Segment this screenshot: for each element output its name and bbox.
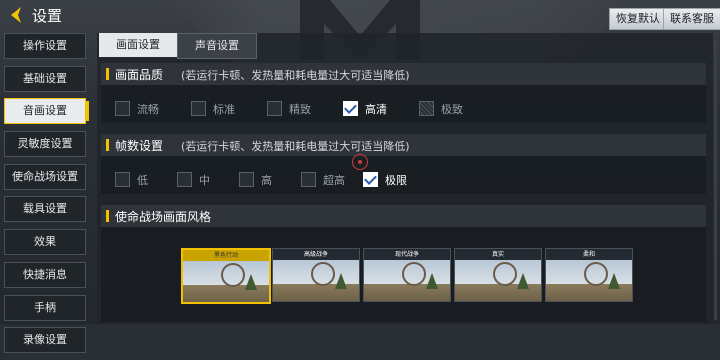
tree-icon [335,273,347,289]
option-label: 低 [137,174,148,187]
sidebar-item-recording[interactable]: 录像设置 [4,327,86,354]
ferris-wheel-icon [584,262,608,286]
touch-marker-icon [352,154,368,170]
section-accent-bar [106,68,109,80]
style-card-realistic[interactable]: 真实 [454,248,542,302]
option-label: 中 [199,174,210,187]
style-header: 使命战场画面风格 [101,205,706,227]
option-label: 极限 [385,174,407,187]
tree-icon [517,273,529,289]
checkbox[interactable] [115,172,130,187]
ferris-wheel-icon [402,262,426,286]
fps-section: 帧数设置 (若运行卡顿、发热量和耗电量过大可适当降低) 低 中 高 超高 极限 [101,134,706,194]
tab-sound-settings[interactable]: 声音设置 [177,33,257,59]
style-card-modern-warfare[interactable]: 现代战争 [363,248,451,302]
sidebar-item-sensitivity[interactable]: 灵敏度设置 [4,131,86,158]
sidebar-item-gamepad[interactable]: 手柄 [4,294,86,321]
back-arrow-icon[interactable] [6,4,28,26]
sidebar: 操作设置 基础设置 音画设置 灵敏度设置 使命战场设置 载具设置 效果 快捷消息… [4,33,89,360]
tree-icon [608,273,620,289]
section-accent-bar [106,139,109,151]
style-card-label: 真实 [455,249,541,260]
fps-header: 帧数设置 (若运行卡顿、发热量和耗电量过大可适当降低) [101,134,706,156]
section-accent-bar [106,210,109,222]
checkbox[interactable] [239,172,254,187]
sidebar-item-vehicle[interactable]: 载具设置 [4,196,86,223]
quality-section: 画面品质 (若运行卡顿、发热量和耗电量过大可适当降低) 流畅 标准 精致 高清 … [101,63,706,123]
quality-note: (若运行卡顿、发热量和耗电量过大可适当降低) [181,69,410,82]
style-card-black-ops[interactable]: 黑色行动 [181,248,271,304]
sidebar-item-effects[interactable]: 效果 [4,229,86,256]
sidebar-item-basic[interactable]: 基础设置 [4,65,86,92]
style-card-label: 黑色行动 [183,250,269,261]
quality-header: 画面品质 (若运行卡顿、发热量和耗电量过大可适当降低) [101,63,706,85]
checkbox-disabled[interactable] [419,101,434,116]
checkbox-checked[interactable] [343,101,358,116]
style-card-label: 现代战争 [364,249,450,260]
option-label: 高清 [365,103,387,116]
option-label: 超高 [323,174,345,187]
sidebar-item-operation[interactable]: 操作设置 [4,33,86,59]
option-label: 流畅 [137,103,159,116]
contact-support-button[interactable]: 联系客服 [663,8,720,30]
style-card-label: 高级战争 [273,249,359,260]
restore-default-button[interactable]: 恢复默认 [609,8,667,30]
style-title: 使命战场画面风格 [115,210,212,224]
fps-title: 帧数设置 [115,139,164,153]
scrollbar[interactable] [714,40,717,320]
sidebar-item-quick-messages[interactable]: 快捷消息 [4,261,86,288]
checkbox-checked[interactable] [363,172,378,187]
checkbox[interactable] [267,101,282,116]
tab-display-settings[interactable]: 画面设置 [99,33,177,57]
tree-icon [245,274,257,290]
checkbox[interactable] [191,101,206,116]
quality-title: 画面品质 [115,68,164,82]
option-label: 标准 [213,103,235,116]
option-label: 精致 [289,103,311,116]
checkbox[interactable] [177,172,192,187]
ferris-wheel-icon [493,262,517,286]
ferris-wheel-icon [221,263,245,287]
style-card-label: 柔和 [546,249,632,260]
checkbox[interactable] [301,172,316,187]
page-title: 设置 [32,7,63,25]
style-card-soft[interactable]: 柔和 [545,248,633,302]
style-card-advanced-warfare[interactable]: 高级战争 [272,248,360,302]
option-label: 极致 [441,103,463,116]
checkbox[interactable] [115,101,130,116]
ferris-wheel-icon [311,262,335,286]
sidebar-item-battlefield[interactable]: 使命战场设置 [4,163,86,190]
tree-icon [426,273,438,289]
sidebar-item-audio-video[interactable]: 音画设置 [4,98,89,125]
option-label: 高 [261,174,272,187]
fps-note: (若运行卡顿、发热量和耗电量过大可适当降低) [181,140,410,153]
